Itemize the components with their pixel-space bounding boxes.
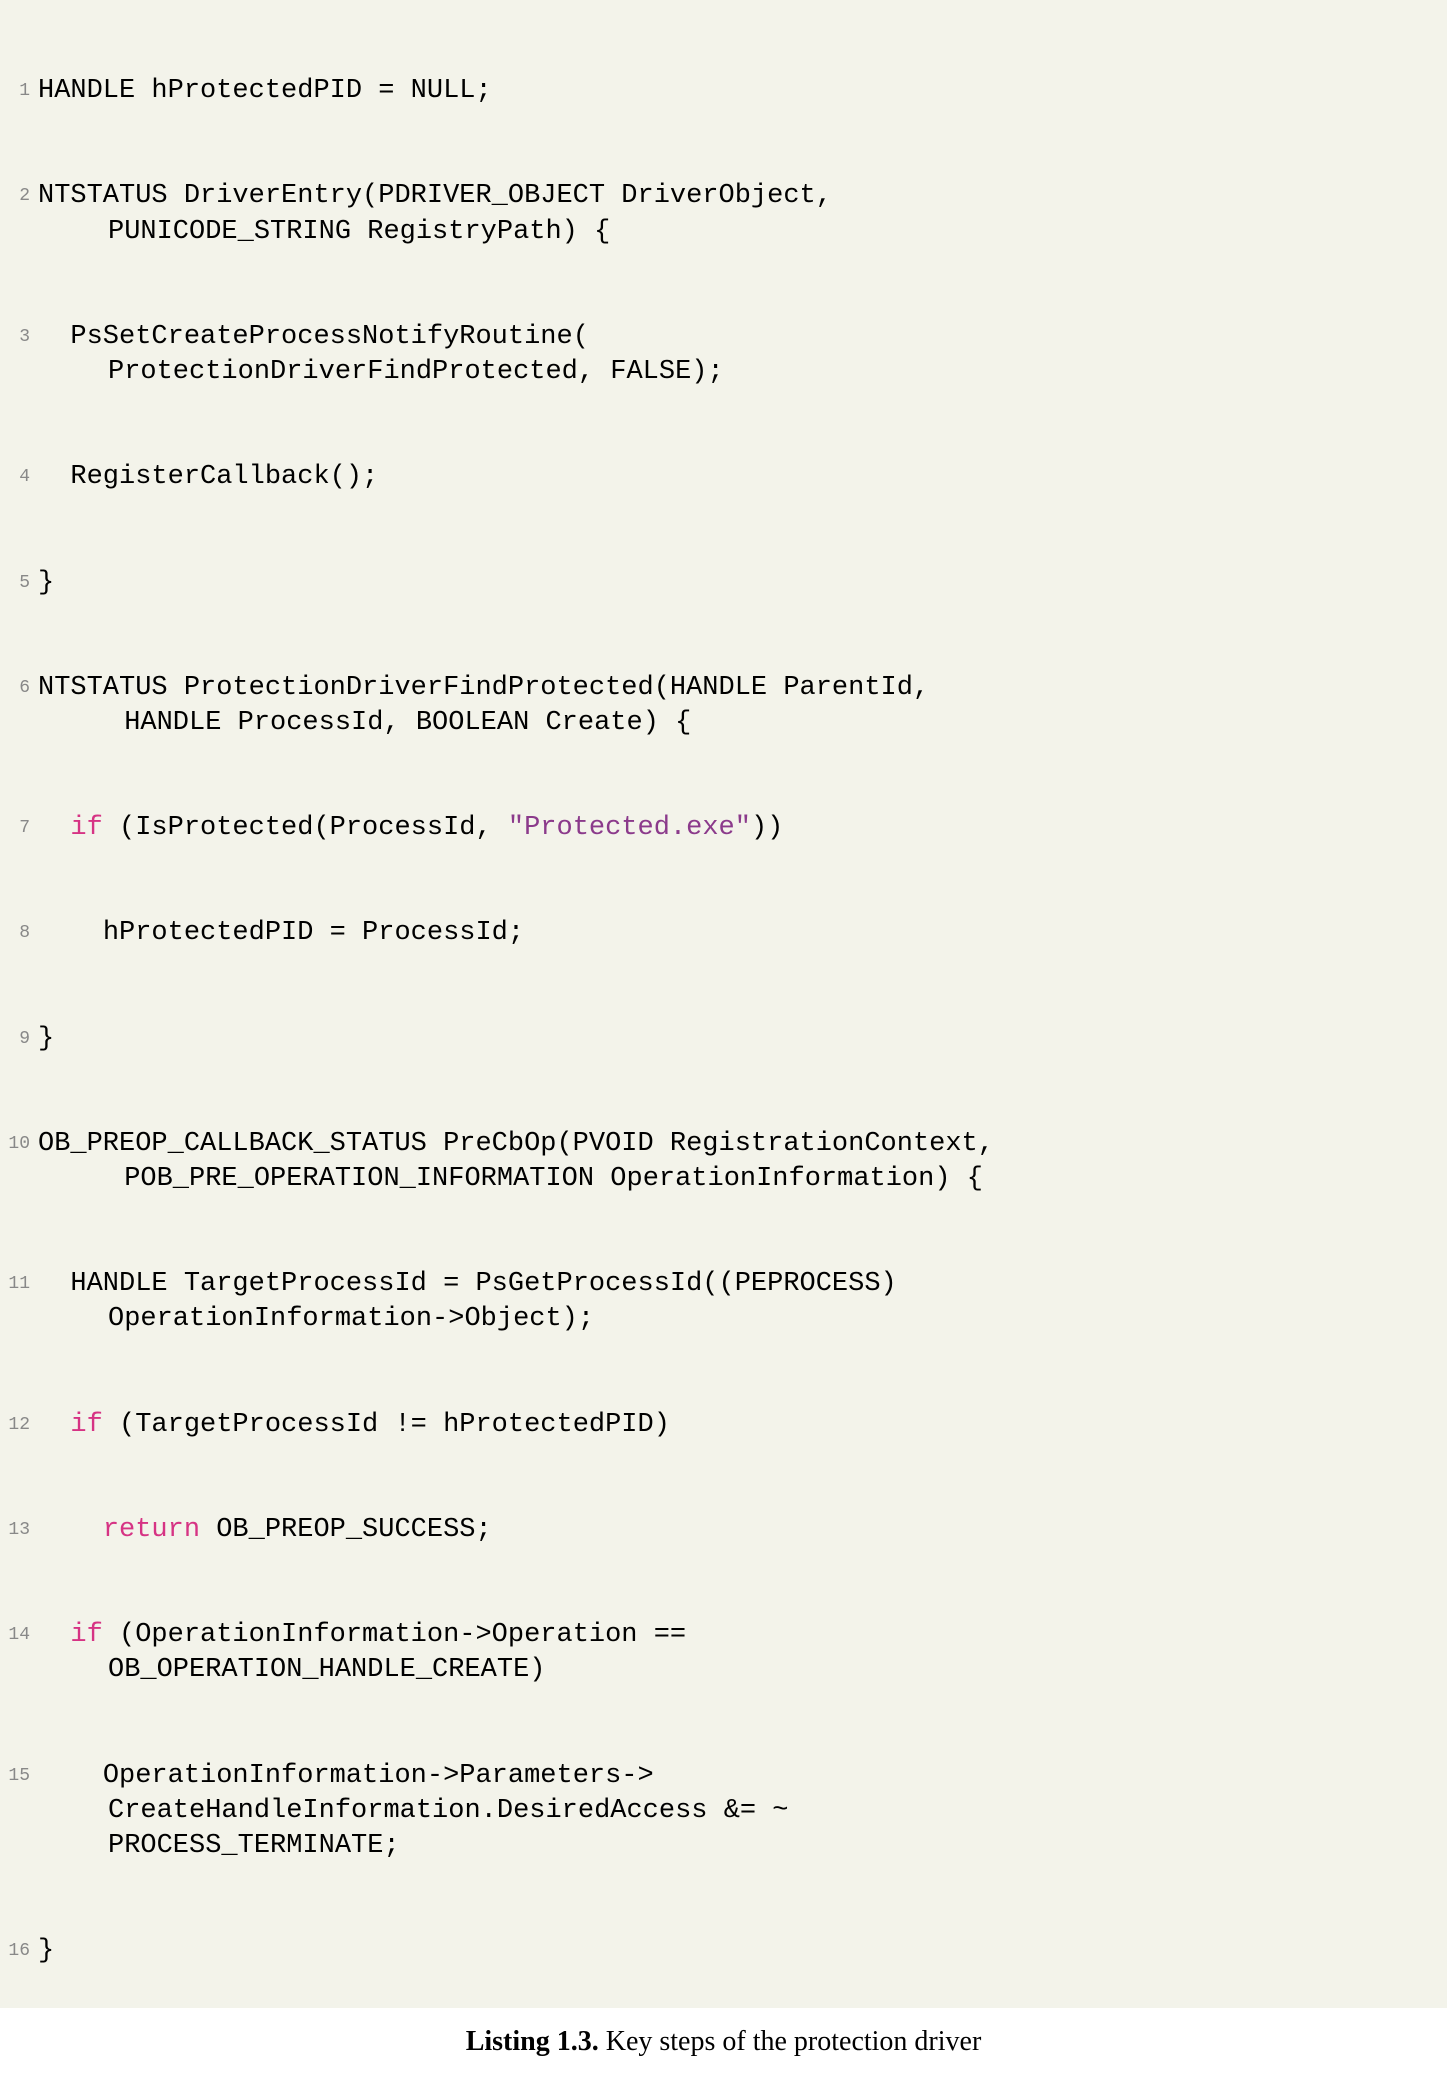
code-line: 15 OperationInformation->Parameters-> Cr… (0, 1759, 1447, 1864)
code-content: PsSetCreateProcessNotifyRoutine( Protect… (38, 320, 1447, 390)
code-line: 11 HANDLE TargetProcessId = PsGetProcess… (0, 1267, 1447, 1337)
code-content: } (38, 1022, 1447, 1057)
keyword-return: return (103, 1515, 200, 1545)
code-line: 14 if (OperationInformation->Operation =… (0, 1618, 1447, 1688)
code-line: 6 NTSTATUS ProtectionDriverFindProtected… (0, 671, 1447, 741)
line-number: 13 (0, 1513, 38, 1542)
code-content: OperationInformation->Parameters-> Creat… (38, 1759, 1447, 1864)
code-content: RegisterCallback(); (38, 460, 1447, 495)
code-line: 2 NTSTATUS DriverEntry(PDRIVER_OBJECT Dr… (0, 179, 1447, 249)
code-line: 7 if (IsProtected(ProcessId, "Protected.… (0, 811, 1447, 846)
line-number: 9 (0, 1022, 38, 1051)
line-number: 14 (0, 1618, 38, 1647)
code-line: 9 } (0, 1022, 1447, 1057)
code-line: 3 PsSetCreateProcessNotifyRoutine( Prote… (0, 320, 1447, 390)
code-line: 12 if (TargetProcessId != hProtectedPID) (0, 1408, 1447, 1443)
keyword-if: if (70, 1410, 102, 1440)
listing-caption: Listing 1.3. Key steps of the protection… (0, 2008, 1447, 2076)
code-content: hProtectedPID = ProcessId; (38, 916, 1447, 951)
code-content: HANDLE TargetProcessId = PsGetProcessId(… (38, 1267, 1447, 1337)
code-content: if (OperationInformation->Operation == O… (38, 1618, 1447, 1688)
code-listing: 1 HANDLE hProtectedPID = NULL; 2 NTSTATU… (0, 0, 1447, 2008)
line-number: 5 (0, 566, 38, 595)
line-number: 6 (0, 671, 38, 700)
code-line: 8 hProtectedPID = ProcessId; (0, 916, 1447, 951)
line-number: 2 (0, 179, 38, 208)
line-number: 7 (0, 811, 38, 840)
caption-label: Listing 1.3. (466, 2026, 599, 2057)
keyword-if: if (70, 813, 102, 843)
line-number: 8 (0, 916, 38, 945)
code-content: if (TargetProcessId != hProtectedPID) (38, 1408, 1447, 1443)
code-content: OB_PREOP_CALLBACK_STATUS PreCbOp(PVOID R… (38, 1127, 1447, 1197)
code-content: return OB_PREOP_SUCCESS; (38, 1513, 1447, 1548)
line-number: 11 (0, 1267, 38, 1296)
code-content: HANDLE hProtectedPID = NULL; (38, 74, 1447, 109)
code-line: 10 OB_PREOP_CALLBACK_STATUS PreCbOp(PVOI… (0, 1127, 1447, 1197)
line-number: 3 (0, 320, 38, 349)
line-number: 4 (0, 460, 38, 489)
code-content: } (38, 1934, 1447, 1969)
string-literal: "Protected.exe" (508, 813, 751, 843)
line-number: 12 (0, 1408, 38, 1437)
code-line: 4 RegisterCallback(); (0, 460, 1447, 495)
line-number: 1 (0, 74, 38, 103)
code-content: } (38, 566, 1447, 601)
code-line: 16 } (0, 1934, 1447, 1969)
code-line: 5 } (0, 566, 1447, 601)
code-content: NTSTATUS ProtectionDriverFindProtected(H… (38, 671, 1447, 741)
keyword-if: if (70, 1620, 102, 1650)
line-number: 15 (0, 1759, 38, 1788)
code-line: 1 HANDLE hProtectedPID = NULL; (0, 74, 1447, 109)
code-content: NTSTATUS DriverEntry(PDRIVER_OBJECT Driv… (38, 179, 1447, 249)
line-number: 16 (0, 1934, 38, 1963)
code-content: if (IsProtected(ProcessId, "Protected.ex… (38, 811, 1447, 846)
code-line: 13 return OB_PREOP_SUCCESS; (0, 1513, 1447, 1548)
caption-text: Key steps of the protection driver (599, 2026, 982, 2057)
